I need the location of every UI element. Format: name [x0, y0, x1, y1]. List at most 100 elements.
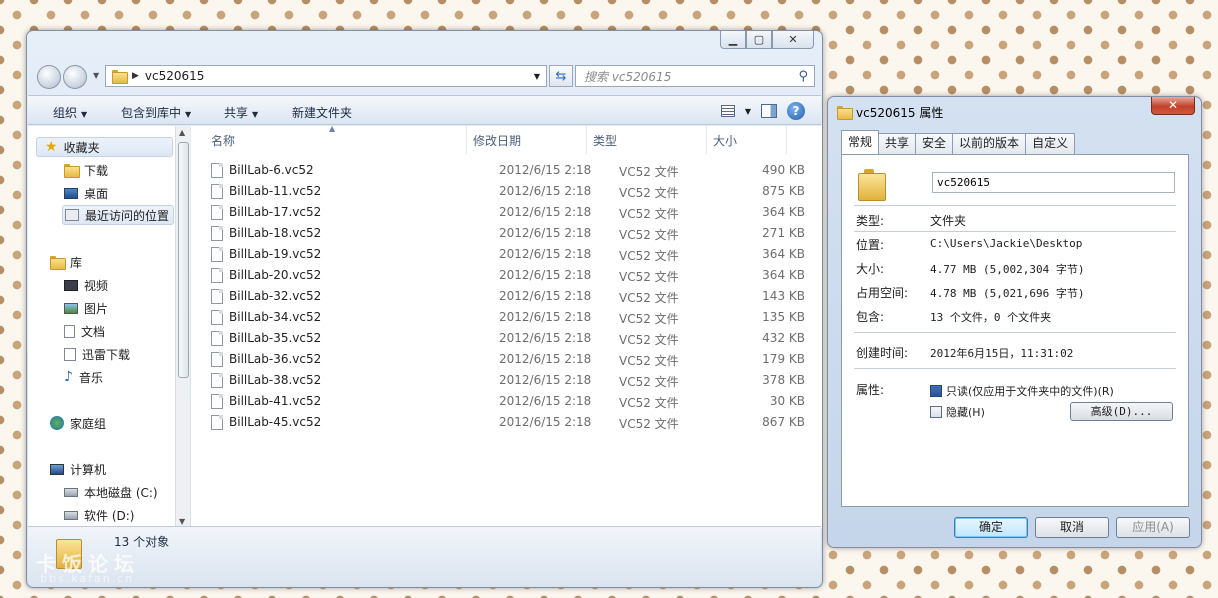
file-name: BillLab-6.vc52	[229, 163, 314, 177]
disk-usage-label: 占用空间:	[856, 286, 909, 300]
table-row[interactable]: BillLab-45.vc52 2012/6/15 2:18 VC52 文件 867 …	[211, 412, 811, 433]
forward-button[interactable]	[63, 65, 87, 89]
close-button[interactable]: ✕	[1151, 97, 1195, 115]
table-row[interactable]: BillLab-20.vc52 2012/6/15 2:18 VC52 文件 364 …	[211, 265, 811, 286]
address-bar[interactable]: ▶ vc520615 ▼	[105, 65, 547, 87]
nav-pictures[interactable]: 图片	[64, 298, 108, 318]
nav-music[interactable]: ♪ 音乐	[64, 367, 103, 387]
tab-security[interactable]: 安全	[915, 133, 954, 154]
navigation-scrollbar[interactable]: ▲ ▼	[175, 126, 190, 528]
table-row[interactable]: BillLab-32.vc52 2012/6/15 2:18 VC52 文件 143 …	[211, 286, 811, 307]
search-icon[interactable]: ⚲	[798, 69, 808, 84]
nav-videos[interactable]: 视频	[64, 275, 108, 295]
hidden-checkbox-row[interactable]: 隐藏(H)	[930, 404, 985, 420]
file-size: 490 KB	[762, 163, 805, 177]
share-menu[interactable]: 共享 ▼	[224, 104, 258, 121]
file-icon	[211, 415, 223, 430]
help-icon[interactable]: ?	[787, 102, 805, 120]
nav-libraries[interactable]: 库	[50, 252, 82, 272]
file-date: 2012/6/15 2:18	[499, 226, 592, 240]
created-label: 创建时间:	[856, 346, 909, 360]
location-label: 位置:	[856, 238, 885, 252]
new-folder-button[interactable]: 新建文件夹	[292, 104, 352, 121]
minimize-button[interactable]: ▁	[720, 31, 746, 49]
file-name: BillLab-34.vc52	[229, 310, 322, 324]
tab-customize[interactable]: 自定义	[1025, 133, 1076, 154]
readonly-checkbox-row[interactable]: 只读(仅应用于文件夹中的文件)(R)	[930, 383, 1114, 399]
nav-recent-places[interactable]: 最近访问的位置	[62, 205, 174, 225]
close-button[interactable]: ✕	[772, 31, 814, 49]
star-icon: ★	[45, 139, 58, 155]
preview-pane-icon[interactable]	[761, 104, 777, 118]
nav-software-d[interactable]: 软件 (D:)	[64, 505, 134, 525]
apply-button[interactable]: 应用(A)	[1116, 517, 1190, 538]
downloads-folder-icon	[64, 164, 80, 178]
tab-sharing[interactable]: 共享	[878, 133, 917, 154]
nav-videos-label: 视频	[84, 278, 109, 293]
divider	[854, 368, 1176, 369]
scroll-down-icon[interactable]: ▼	[179, 517, 185, 526]
table-row[interactable]: BillLab-11.vc52 2012/6/15 2:18 VC52 文件 875 …	[211, 181, 811, 202]
table-row[interactable]: BillLab-18.vc52 2012/6/15 2:18 VC52 文件 271 …	[211, 223, 811, 244]
table-row[interactable]: BillLab-35.vc52 2012/6/15 2:18 VC52 文件 432 …	[211, 328, 811, 349]
table-row[interactable]: BillLab-19.vc52 2012/6/15 2:18 VC52 文件 364 …	[211, 244, 811, 265]
file-type: VC52 文件	[619, 417, 679, 431]
folder-name-field[interactable]	[932, 172, 1175, 193]
file-icon	[211, 268, 223, 283]
nav-desktop[interactable]: 桌面	[64, 183, 108, 203]
nav-downloads[interactable]: 下载	[64, 160, 108, 180]
column-header-date[interactable]: 修改日期	[467, 126, 587, 154]
nav-local-disk-c[interactable]: 本地磁盘 (C:)	[64, 482, 158, 502]
nav-favorites[interactable]: ★ 收藏夹	[36, 137, 173, 157]
tab-previous-versions[interactable]: 以前的版本	[952, 133, 1027, 154]
type-label: 类型:	[856, 214, 885, 228]
file-icon	[211, 205, 223, 220]
address-path[interactable]: vc520615	[145, 69, 205, 83]
address-dropdown-icon[interactable]: ▼	[534, 72, 540, 81]
nav-thunder-downloads[interactable]: 迅雷下载	[64, 344, 130, 364]
readonly-checkbox[interactable]	[930, 385, 942, 397]
scroll-up-icon[interactable]: ▲	[179, 128, 185, 137]
table-row[interactable]: BillLab-41.vc52 2012/6/15 2:18 VC52 文件 30 K…	[211, 391, 811, 412]
folder-icon	[112, 70, 128, 84]
file-size: 364 KB	[762, 268, 805, 282]
dialog-tabs: 常规 共享 安全 以前的版本 自定义	[841, 130, 1076, 154]
cancel-button[interactable]: 取消	[1035, 517, 1109, 538]
file-size: 271 KB	[762, 226, 805, 240]
column-header-type[interactable]: 类型	[587, 126, 707, 154]
view-options-icon[interactable]	[720, 105, 735, 117]
table-row[interactable]: BillLab-17.vc52 2012/6/15 2:18 VC52 文件 364 …	[211, 202, 811, 223]
file-date: 2012/6/15 2:18	[499, 184, 592, 198]
organize-menu[interactable]: 组织 ▼	[53, 104, 87, 121]
table-row[interactable]: BillLab-36.vc52 2012/6/15 2:18 VC52 文件 179 …	[211, 349, 811, 370]
divider	[854, 332, 1176, 333]
tab-general[interactable]: 常规	[841, 130, 880, 154]
maximize-button[interactable]: ▢	[746, 31, 772, 49]
file-icon	[211, 352, 223, 367]
back-button[interactable]	[37, 65, 61, 89]
created-value: 2012年6月15日，11:31:02	[930, 347, 1074, 360]
column-name-label: 名称	[211, 133, 236, 148]
scrollbar-thumb[interactable]	[178, 142, 189, 378]
recent-pages-dropdown-icon[interactable]: ▼	[93, 71, 99, 80]
view-dropdown-icon[interactable]: ▼	[745, 107, 751, 116]
column-header-name[interactable]: ▲ 名称	[191, 124, 467, 154]
nav-homegroup-label: 家庭组	[70, 416, 107, 431]
refresh-button[interactable]: ⇆	[549, 65, 573, 87]
table-row[interactable]: BillLab-34.vc52 2012/6/15 2:18 VC52 文件 135 …	[211, 307, 811, 328]
nav-documents[interactable]: 文档	[64, 321, 105, 341]
nav-computer[interactable]: 计算机	[50, 459, 106, 479]
table-row[interactable]: BillLab-38.vc52 2012/6/15 2:18 VC52 文件 378 …	[211, 370, 811, 391]
folder-icon	[837, 106, 853, 120]
hidden-checkbox[interactable]	[930, 406, 942, 418]
search-input[interactable]: 搜索 vc520615 ⚲	[575, 65, 815, 87]
column-header-size[interactable]: 大小	[707, 126, 787, 154]
breadcrumb-arrow-icon[interactable]: ▶	[132, 71, 139, 81]
nav-homegroup[interactable]: 家庭组	[50, 413, 106, 433]
advanced-button[interactable]: 高级(D)...	[1070, 402, 1173, 421]
picture-icon	[64, 302, 78, 314]
include-in-library-menu[interactable]: 包含到库中 ▼	[121, 104, 191, 121]
ok-button[interactable]: 确定	[954, 517, 1028, 538]
hidden-label: 隐藏(H)	[946, 406, 985, 419]
table-row[interactable]: BillLab-6.vc52 2012/6/15 2:18 VC52 文件 490 K…	[211, 160, 811, 181]
